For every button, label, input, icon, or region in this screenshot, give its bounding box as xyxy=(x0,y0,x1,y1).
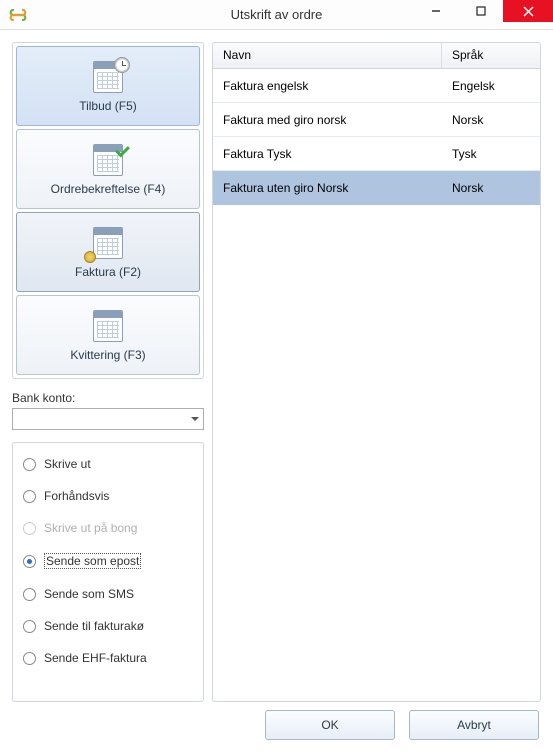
radio-skrive-ut-bong: Skrive ut på bong xyxy=(23,521,193,535)
radio-label: Skrive ut på bong xyxy=(44,521,137,535)
radio-forhandsvis[interactable]: Forhåndsvis xyxy=(23,489,193,503)
radio-skrive-ut[interactable]: Skrive ut xyxy=(23,457,193,471)
radio-sende-epost[interactable]: Sende som epost xyxy=(23,553,193,569)
radio-sende-sms[interactable]: Sende som SMS xyxy=(23,587,193,601)
cell-navn: Faktura Tysk xyxy=(213,147,442,161)
radio-icon xyxy=(23,652,36,665)
cell-sprak: Engelsk xyxy=(442,79,540,93)
tilbud-label: Tilbud (F5) xyxy=(79,99,137,113)
template-grid: Navn Språk Faktura engelsk Engelsk Faktu… xyxy=(212,42,541,702)
radio-label: Sende som SMS xyxy=(44,587,134,601)
radio-icon xyxy=(23,458,36,471)
radio-sende-ehf[interactable]: Sende EHF-faktura xyxy=(23,651,193,665)
calendar-clock-icon xyxy=(88,59,128,95)
faktura-button[interactable]: Faktura (F2) xyxy=(16,212,200,292)
radio-icon xyxy=(23,522,36,535)
minimize-button[interactable] xyxy=(413,0,458,22)
radio-label: Sende som epost xyxy=(44,553,141,569)
radio-icon xyxy=(23,490,36,503)
radio-sende-fakturako[interactable]: Sende til fakturakø xyxy=(23,619,193,633)
close-button[interactable] xyxy=(503,0,553,22)
table-row[interactable]: Faktura engelsk Engelsk xyxy=(213,69,540,103)
bank-konto-label: Bank konto: xyxy=(12,391,204,405)
calendar-icon xyxy=(88,308,128,344)
table-row[interactable]: Faktura Tysk Tysk xyxy=(213,137,540,171)
cell-navn: Faktura med giro norsk xyxy=(213,113,442,127)
col-header-sprak[interactable]: Språk xyxy=(442,43,540,68)
radio-label: Sende til fakturakø xyxy=(44,619,144,633)
radio-icon xyxy=(23,588,36,601)
calendar-coin-icon xyxy=(88,225,128,261)
radio-label: Sende EHF-faktura xyxy=(44,651,147,665)
grid-body: Faktura engelsk Engelsk Faktura med giro… xyxy=(213,69,540,701)
calendar-check-icon xyxy=(88,142,128,178)
cell-sprak: Tysk xyxy=(442,147,540,161)
radio-label: Skrive ut xyxy=(44,457,91,471)
title-bar: Utskrift av ordre xyxy=(0,0,553,30)
chevron-down-icon xyxy=(191,417,199,421)
ok-button[interactable]: OK xyxy=(265,710,395,740)
cell-navn: Faktura uten giro Norsk xyxy=(213,181,442,195)
kvittering-label: Kvittering (F3) xyxy=(70,348,145,362)
table-row[interactable]: Faktura uten giro Norsk Norsk xyxy=(213,171,540,205)
window-controls xyxy=(413,0,553,22)
document-type-buttons: Tilbud (F5) Ordrebekreftelse (F4) Faktur… xyxy=(12,42,204,379)
ordrebekreftelse-label: Ordrebekreftelse (F4) xyxy=(51,182,166,196)
output-options-panel: Skrive ut Forhåndsvis Skrive ut på bong … xyxy=(12,442,204,702)
cell-sprak: Norsk xyxy=(442,181,540,195)
cell-sprak: Norsk xyxy=(442,113,540,127)
ordrebekreftelse-button[interactable]: Ordrebekreftelse (F4) xyxy=(16,129,200,209)
table-row[interactable]: Faktura med giro norsk Norsk xyxy=(213,103,540,137)
radio-label: Forhåndsvis xyxy=(44,489,109,503)
col-header-navn[interactable]: Navn xyxy=(213,43,442,68)
app-icon xyxy=(8,5,28,25)
bank-konto-combo[interactable] xyxy=(12,408,204,430)
tilbud-button[interactable]: Tilbud (F5) xyxy=(16,46,200,126)
maximize-button[interactable] xyxy=(458,0,503,22)
radio-icon xyxy=(23,620,36,633)
dialog-buttons: OK Avbryt xyxy=(12,710,541,740)
kvittering-button[interactable]: Kvittering (F3) xyxy=(16,295,200,375)
cancel-button[interactable]: Avbryt xyxy=(409,710,539,740)
cell-navn: Faktura engelsk xyxy=(213,79,442,93)
faktura-label: Faktura (F2) xyxy=(75,265,141,279)
radio-icon xyxy=(23,555,36,568)
grid-header: Navn Språk xyxy=(213,43,540,69)
